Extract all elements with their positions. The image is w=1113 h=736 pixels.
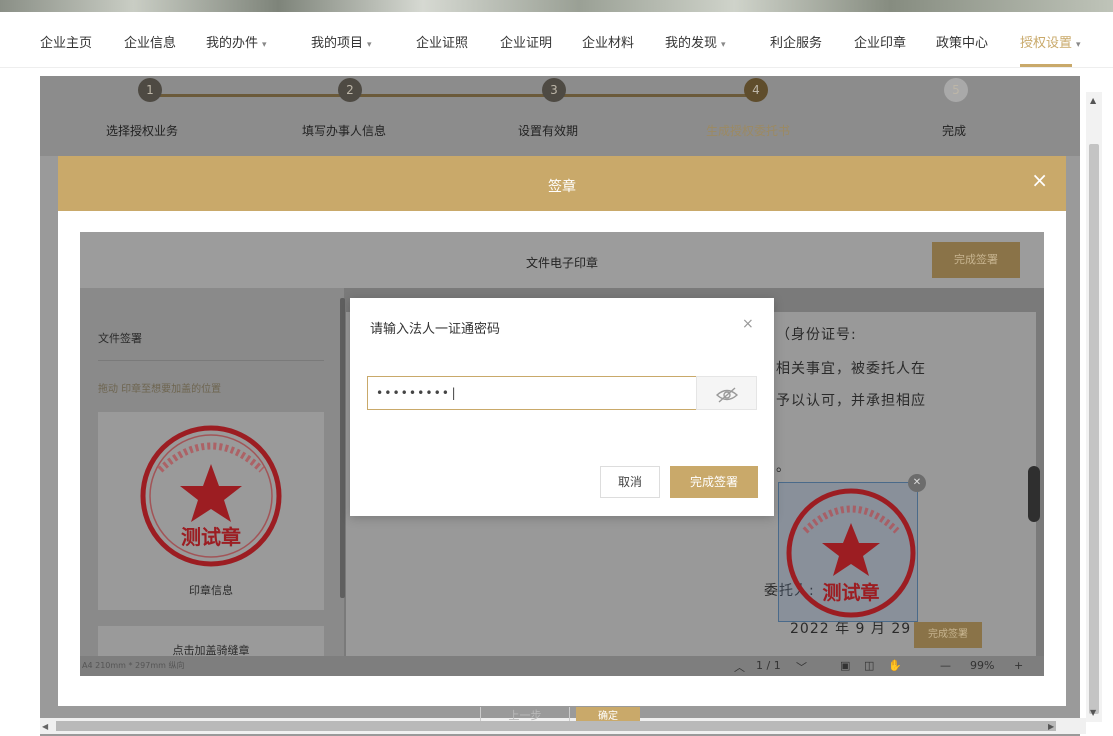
nav-item-home[interactable]: 企业主页: [40, 32, 92, 51]
viewer-title: 文件电子印章: [525, 256, 598, 270]
step-label: 完成: [942, 124, 967, 138]
modal-title: 签章: [548, 179, 576, 195]
chevron-down-icon: ▾: [1076, 40, 1081, 50]
scrollbar-thumb[interactable]: [1089, 144, 1099, 714]
step-connector: [555, 94, 755, 97]
doc-line: 相关事宜，被委托人在: [776, 361, 926, 377]
top-nav: 企业主页 企业信息 我的办件 ▾ 我的项目 ▾ 企业证照 企业证明 企业材料 我的发…: [0, 12, 1113, 68]
next-step-button[interactable]: 确定: [576, 707, 640, 722]
seal-text: 测试章: [181, 525, 241, 549]
company-seal-image: 测试章: [786, 488, 916, 618]
nav-item-certificates[interactable]: 企业证明: [500, 32, 552, 51]
chevron-down-icon: ▾: [721, 40, 726, 50]
zoom-level: 99%: [970, 659, 995, 672]
drag-hint: 拖动 印章至想要加盖的位置: [98, 384, 222, 395]
next-page-icon[interactable]: ﹀: [796, 659, 807, 675]
page-size-label: A4 210mm * 297mm 纵向: [82, 661, 185, 670]
seal-info-label: 印章信息: [189, 584, 233, 597]
nav-item-services[interactable]: 利企服务: [770, 32, 822, 51]
top-banner-image: [0, 0, 1113, 12]
divider: [98, 360, 324, 361]
placed-seal[interactable]: 测试章: [778, 482, 918, 622]
finish-sign-button[interactable]: 完成签署: [914, 622, 982, 648]
zoom-in-button[interactable]: +: [1014, 659, 1023, 672]
doc-line: 。: [776, 459, 791, 475]
prev-step-button[interactable]: 上一步: [480, 707, 570, 722]
nav-item-company-info[interactable]: 企业信息: [124, 32, 176, 51]
nav-item-licenses[interactable]: 企业证照: [416, 32, 468, 51]
nav-item-my-cases[interactable]: 我的办件 ▾: [206, 32, 267, 51]
nav-item-seals[interactable]: 企业印章: [854, 32, 906, 51]
step-label: 选择授权业务: [106, 124, 179, 138]
dialog-title: 请输入法人一证通密码: [370, 322, 501, 337]
step-connector: [350, 94, 550, 97]
nav-item-policy[interactable]: 政策中心: [936, 32, 988, 51]
zoom-out-button[interactable]: —: [940, 659, 951, 672]
eye-off-icon: [715, 386, 738, 403]
nav-item-materials[interactable]: 企业材料: [582, 32, 634, 51]
chevron-down-icon: ▾: [367, 40, 372, 50]
scroll-down-icon[interactable]: ▼: [1090, 708, 1096, 717]
scroll-up-icon[interactable]: ▲: [1090, 96, 1096, 105]
fit-width-icon[interactable]: ▣: [840, 659, 850, 672]
step-number: 2: [338, 78, 362, 102]
scroll-right-icon[interactable]: ▶: [1048, 722, 1054, 731]
panel-toggle-handle[interactable]: [1028, 466, 1040, 522]
cancel-button[interactable]: 取消: [600, 466, 660, 498]
toggle-visibility-button[interactable]: [696, 376, 757, 410]
seal-card[interactable]: 测试章: [98, 412, 324, 610]
step-number: 1: [138, 78, 162, 102]
company-seal-image[interactable]: 测试章: [98, 412, 324, 582]
password-input[interactable]: •••••••••|: [367, 376, 697, 410]
scroll-left-icon[interactable]: ◀: [42, 722, 48, 731]
step-label: 生成授权委托书: [706, 124, 791, 138]
sidebar-title: 文件签署: [98, 332, 142, 345]
close-icon[interactable]: ×: [742, 316, 754, 332]
finish-sign-button[interactable]: 完成签署: [932, 242, 1020, 278]
seal-text: 测试章: [822, 581, 879, 604]
prev-page-icon[interactable]: ︿: [734, 659, 745, 675]
close-icon[interactable]: ×: [1031, 170, 1048, 190]
page-scrollbar[interactable]: [1086, 92, 1102, 722]
fit-page-icon[interactable]: ◫: [864, 659, 874, 672]
nav-item-discover[interactable]: 我的发现 ▾: [665, 32, 726, 51]
nav-active-indicator: [1020, 64, 1072, 67]
remove-seal-icon[interactable]: ✕: [908, 474, 926, 492]
doc-line: 予以认可，并承担相应: [776, 393, 926, 409]
page-indicator: 1 / 1: [756, 659, 781, 672]
nav-item-authorization[interactable]: 授权设置 ▾: [1020, 32, 1081, 51]
step-number: 3: [542, 78, 566, 102]
step-label: 设置有效期: [518, 124, 579, 138]
scrollbar-thumb[interactable]: [56, 721, 1056, 731]
modal-header: 签章 ×: [58, 156, 1066, 211]
nav-item-my-projects[interactable]: 我的项目 ▾: [311, 32, 372, 51]
complete-sign-button[interactable]: 完成签署: [670, 466, 758, 498]
chevron-down-icon: ▾: [262, 40, 267, 50]
sidebar-scrollbar[interactable]: [340, 298, 345, 598]
step-number: 4: [744, 78, 768, 102]
step-number: 5: [944, 78, 968, 102]
step-label: 填写办事人信息: [302, 124, 387, 138]
doc-line: （身份证号:: [776, 327, 857, 343]
pan-hand-icon[interactable]: ✋: [888, 659, 902, 672]
